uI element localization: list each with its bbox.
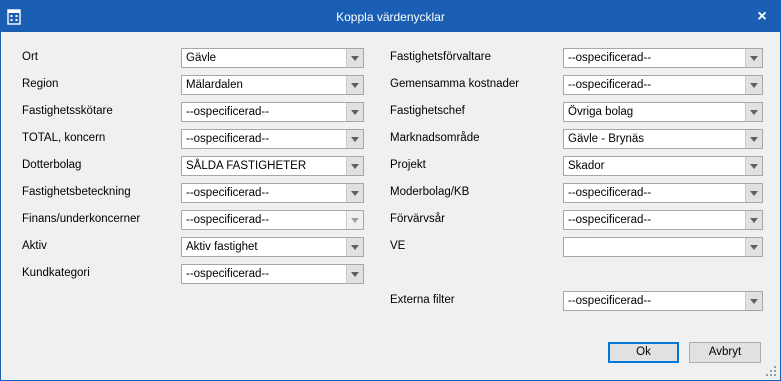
chevron-down-icon[interactable] (346, 76, 363, 94)
gemensamma-kostnader-value: --ospecificerad-- (568, 79, 652, 91)
fastighetsforvaltare-label: Fastighetsförvaltare (390, 51, 491, 63)
fastighetsskotare-label: Fastighetsskötare (22, 105, 113, 117)
forvarvsar-label: Förvärvsår (390, 213, 445, 225)
kundkategori-value: --ospecificerad-- (186, 268, 270, 280)
fastighetschef-value: Övriga bolag (568, 106, 634, 118)
kundkategori-label: Kundkategori (22, 267, 90, 279)
forvarvsar-dropdown[interactable]: --ospecificerad-- (563, 210, 763, 230)
ok-button[interactable]: Ok (608, 342, 679, 363)
chevron-down-icon[interactable] (745, 49, 762, 67)
window-title: Koppla värdenycklar (336, 10, 445, 24)
externa-filter-dropdown[interactable]: --ospecificerad-- (563, 291, 763, 311)
dotterbolag-label: Dotterbolag (22, 159, 82, 171)
marknadsomrade-dropdown[interactable]: Gävle - Brynäs (563, 129, 763, 149)
region-label: Region (22, 78, 59, 90)
kundkategori-dropdown[interactable]: --ospecificerad-- (181, 264, 364, 284)
chevron-down-icon[interactable] (745, 211, 762, 229)
close-icon[interactable]: × (752, 7, 772, 27)
fastighetsforvaltare-dropdown[interactable]: --ospecificerad-- (563, 48, 763, 68)
projekt-dropdown[interactable]: Skador (563, 156, 763, 176)
fastighetsbeteckning-dropdown[interactable]: --ospecificerad-- (181, 183, 364, 203)
moderbolag-kb-label: Moderbolag/KB (390, 186, 470, 198)
dialog-window: Koppla värdenycklar × Ort Gävle Region Mäla… (0, 0, 781, 381)
externa-filter-label: Externa filter (390, 294, 455, 306)
moderbolag-kb-dropdown[interactable]: --ospecificerad-- (563, 183, 763, 203)
gemensamma-kostnader-label: Gemensamma kostnader (390, 78, 520, 90)
fastighetsbeteckning-value: --ospecificerad-- (186, 187, 270, 199)
fastighetschef-dropdown[interactable]: Övriga bolag (563, 102, 763, 122)
projekt-label: Projekt (390, 159, 426, 171)
fastighetsskotare-value: --ospecificerad-- (186, 106, 270, 118)
chevron-down-icon[interactable] (346, 238, 363, 256)
chevron-down-icon[interactable] (745, 103, 762, 121)
chevron-down-icon[interactable] (346, 184, 363, 202)
gemensamma-kostnader-dropdown[interactable]: --ospecificerad-- (563, 75, 763, 95)
externa-filter-value: --ospecificerad-- (568, 295, 652, 307)
fastighetschef-label: Fastighetschef (390, 105, 465, 117)
fastighetsforvaltare-value: --ospecificerad-- (568, 52, 652, 64)
ve-label: VE (390, 240, 406, 252)
projekt-value: Skador (568, 160, 605, 172)
ort-label: Ort (22, 51, 38, 63)
aktiv-label: Aktiv (22, 240, 47, 252)
dotterbolag-value: SÅLDA FASTIGHETER (186, 160, 307, 172)
dotterbolag-dropdown[interactable]: SÅLDA FASTIGHETER (181, 156, 364, 176)
fastighetsskotare-dropdown[interactable]: --ospecificerad-- (181, 102, 364, 122)
total-koncern-value: --ospecificerad-- (186, 133, 270, 145)
cancel-button[interactable]: Avbryt (689, 342, 761, 363)
chevron-down-icon[interactable] (346, 103, 363, 121)
chevron-down-icon[interactable] (346, 130, 363, 148)
finans-underkoncerner-dropdown[interactable]: --ospecificerad-- (181, 210, 364, 230)
total-koncern-label: TOTAL, koncern (22, 132, 106, 144)
forvarvsar-value: --ospecificerad-- (568, 214, 652, 226)
chevron-down-icon[interactable] (346, 49, 363, 67)
chevron-down-icon[interactable] (745, 238, 762, 256)
chevron-down-icon[interactable] (745, 76, 762, 94)
title-bar: Koppla värdenycklar × (1, 1, 780, 32)
resize-grip-icon[interactable] (766, 366, 776, 376)
chevron-down-icon[interactable] (745, 184, 762, 202)
total-koncern-dropdown[interactable]: --ospecificerad-- (181, 129, 364, 149)
chevron-down-icon[interactable] (745, 157, 762, 175)
chevron-down-icon[interactable] (745, 292, 762, 310)
moderbolag-kb-value: --ospecificerad-- (568, 187, 652, 199)
region-dropdown[interactable]: Mälardalen (181, 75, 364, 95)
marknadsomrade-label: Marknadsområde (390, 132, 480, 144)
fastighetsbeteckning-label: Fastighetsbeteckning (22, 186, 131, 198)
chevron-down-icon[interactable] (346, 265, 363, 283)
finans-underkoncerner-value: --ospecificerad-- (186, 214, 270, 226)
ort-value: Gävle (186, 52, 217, 64)
marknadsomrade-value: Gävle - Brynäs (568, 133, 645, 145)
aktiv-value: Aktiv fastighet (186, 241, 258, 253)
chevron-down-icon[interactable] (346, 157, 363, 175)
chevron-down-icon[interactable] (346, 211, 363, 229)
aktiv-dropdown[interactable]: Aktiv fastighet (181, 237, 364, 257)
chevron-down-icon[interactable] (745, 130, 762, 148)
ort-dropdown[interactable]: Gävle (181, 48, 364, 68)
ve-dropdown[interactable] (563, 237, 763, 257)
finans-underkoncerner-label: Finans/underkoncerner (22, 213, 141, 225)
region-value: Mälardalen (186, 79, 243, 91)
